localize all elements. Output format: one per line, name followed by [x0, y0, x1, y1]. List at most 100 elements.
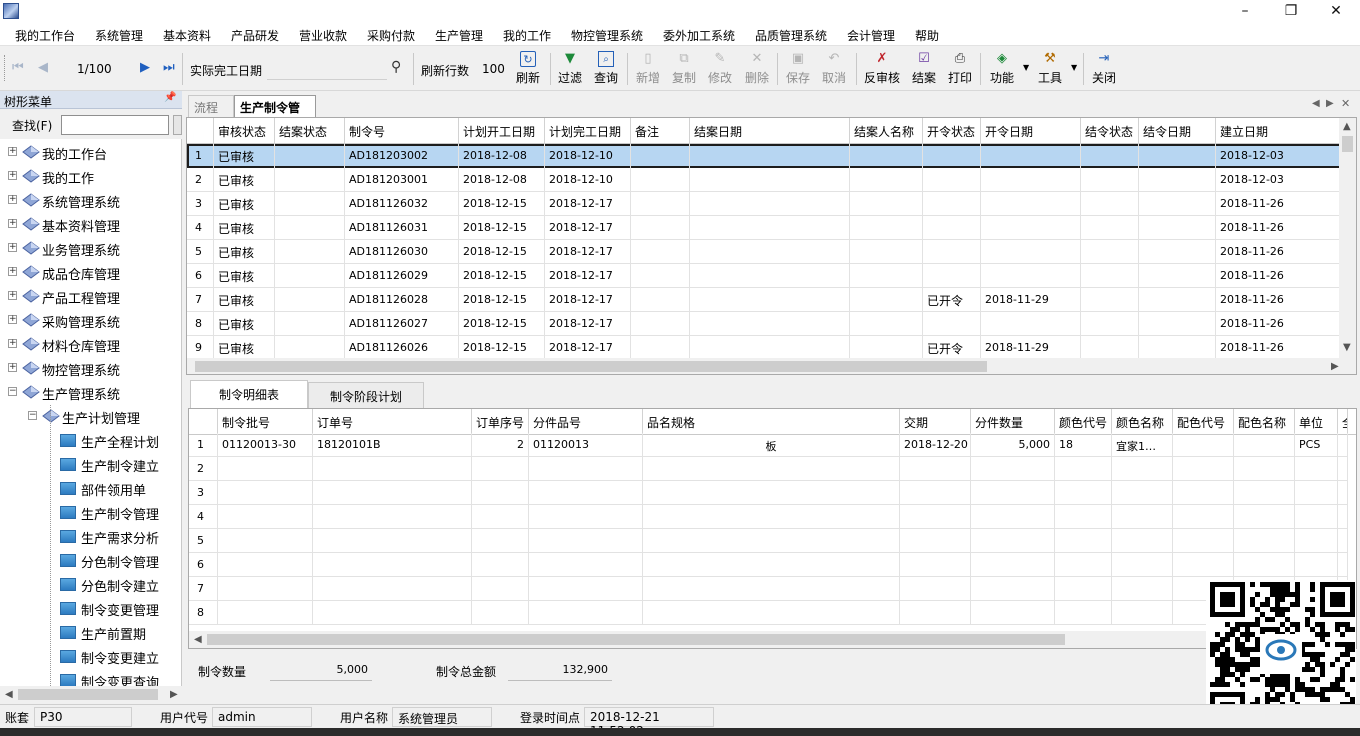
tree-node[interactable]: 制令变更建立	[0, 645, 182, 669]
date-field-input[interactable]	[267, 58, 387, 80]
refresh-button[interactable]: ↻ 刷新	[508, 51, 548, 87]
table-cell[interactable]	[1234, 505, 1295, 529]
table-cell[interactable]	[275, 264, 345, 288]
table-cell[interactable]	[275, 216, 345, 240]
table-cell[interactable]	[1112, 505, 1173, 529]
table-cell[interactable]	[1234, 457, 1295, 481]
table-cell[interactable]	[1081, 336, 1139, 358]
tree-node[interactable]: + 基本资料管理	[0, 213, 182, 237]
tree-node[interactable]: − 生产计划管理	[0, 405, 182, 429]
table-cell[interactable]	[1295, 529, 1338, 553]
table-cell[interactable]	[1081, 288, 1139, 312]
tree-node[interactable]: 制令变更查询	[0, 669, 182, 686]
table-cell[interactable]	[1112, 553, 1173, 577]
table-cell[interactable]	[1234, 433, 1295, 457]
table-cell[interactable]: 01120013	[529, 433, 643, 457]
table-cell[interactable]	[1139, 264, 1216, 288]
table-cell[interactable]	[981, 240, 1081, 264]
table-cell[interactable]	[971, 601, 1055, 625]
table-cell[interactable]: AD181126026	[345, 336, 459, 358]
table-cell[interactable]	[1081, 216, 1139, 240]
expand-icon[interactable]: +	[8, 315, 17, 324]
table-cell[interactable]	[900, 457, 971, 481]
table-cell[interactable]	[1338, 505, 1348, 529]
table-cell[interactable]: 2018-12-10	[545, 144, 631, 168]
table-row[interactable]: 5 已审核 AD181126030 2018-12-15 2018-12-17 2018-…	[187, 240, 1341, 264]
column-header[interactable]: 结案人名称	[850, 118, 923, 144]
tree-node[interactable]: + 采购管理系统	[0, 309, 182, 333]
table-cell[interactable]	[923, 312, 981, 336]
table-cell[interactable]	[631, 144, 690, 168]
table-row[interactable]: 5	[189, 529, 1348, 553]
menu-production[interactable]: 生产管理	[435, 27, 483, 44]
first-page-icon[interactable]: ⏮	[12, 60, 24, 75]
column-header[interactable]: 配色代号	[1173, 409, 1234, 435]
table-cell[interactable]	[472, 529, 529, 553]
tree-node[interactable]: + 产品工程管理	[0, 285, 182, 309]
table-cell[interactable]: 已审核	[214, 168, 275, 192]
expand-icon[interactable]: +	[8, 147, 17, 156]
expand-icon[interactable]: +	[8, 363, 17, 372]
table-cell[interactable]	[900, 505, 971, 529]
expand-icon[interactable]: +	[8, 219, 17, 228]
table-cell[interactable]	[472, 481, 529, 505]
filter-button[interactable]: ▼ 过滤	[550, 51, 590, 87]
table-cell[interactable]	[850, 240, 923, 264]
table-cell[interactable]	[1081, 192, 1139, 216]
unreview-button[interactable]: ✗ 反审核	[862, 51, 902, 87]
table-cell[interactable]	[690, 336, 850, 358]
table-cell[interactable]	[923, 192, 981, 216]
table-cell[interactable]	[923, 264, 981, 288]
tree-node[interactable]: + 我的工作台	[0, 141, 182, 165]
scrollbar-thumb[interactable]	[207, 634, 1065, 645]
tree-node[interactable]: + 物控管理系统	[0, 357, 182, 381]
table-cell[interactable]	[900, 601, 971, 625]
menu-basic-data[interactable]: 基本资料	[163, 27, 211, 44]
binoculars-icon[interactable]: ⚲	[391, 59, 401, 75]
copy-button[interactable]: ⧉ 复制	[664, 51, 704, 87]
table-cell[interactable]	[850, 144, 923, 168]
menu-sales-receipts[interactable]: 营业收款	[299, 27, 347, 44]
column-header[interactable]: 审核状态	[214, 118, 275, 144]
column-header[interactable]: 计划完工日期	[545, 118, 631, 144]
table-cell[interactable]	[690, 240, 850, 264]
table-cell[interactable]: AD181126029	[345, 264, 459, 288]
table-cell[interactable]	[981, 168, 1081, 192]
column-header[interactable]: 分件数量	[971, 409, 1055, 435]
tree-node[interactable]: − 生产管理系统	[0, 381, 182, 405]
table-cell[interactable]: 已审核	[214, 288, 275, 312]
table-cell[interactable]: 18120101B	[313, 433, 472, 457]
menu-my-workbench[interactable]: 我的工作台	[15, 27, 75, 44]
menu-material-control[interactable]: 物控管理系统	[571, 27, 643, 44]
column-header[interactable]: 订单号	[313, 409, 472, 435]
table-cell[interactable]: 2018-12-08	[459, 168, 545, 192]
table-cell[interactable]	[275, 192, 345, 216]
table-cell[interactable]	[275, 168, 345, 192]
table-cell[interactable]	[218, 505, 313, 529]
table-cell[interactable]	[1295, 457, 1338, 481]
table-cell[interactable]	[313, 553, 472, 577]
tab-scroll-left-icon[interactable]: ◀	[1312, 98, 1320, 109]
table-cell[interactable]	[1338, 481, 1348, 505]
table-cell[interactable]: 2018-12-17	[545, 288, 631, 312]
table-cell[interactable]: 2018-11-26	[1216, 312, 1341, 336]
table-cell[interactable]: 2018-12-08	[459, 144, 545, 168]
table-cell[interactable]	[1112, 577, 1173, 601]
tree-node[interactable]: 部件领用单	[0, 477, 182, 501]
table-cell[interactable]	[1055, 529, 1112, 553]
scroll-left-icon[interactable]: ◀	[194, 634, 202, 645]
table-cell[interactable]	[690, 168, 850, 192]
table-cell[interactable]	[643, 577, 900, 601]
table-cell[interactable]	[631, 312, 690, 336]
table-cell[interactable]: 2018-12-15	[459, 216, 545, 240]
table-cell[interactable]	[1234, 529, 1295, 553]
table-cell[interactable]	[1055, 553, 1112, 577]
table-cell[interactable]	[313, 601, 472, 625]
column-header[interactable]: 订单序号	[472, 409, 529, 435]
table-cell[interactable]	[850, 336, 923, 358]
prev-page-icon[interactable]: ◀	[38, 60, 48, 75]
table-row[interactable]: 1 01120013-30 18120101B 2 01120013 板 2018-12-2…	[189, 433, 1348, 457]
table-cell[interactable]	[690, 144, 850, 168]
table-row[interactable]: 6	[189, 553, 1348, 577]
minimize-button[interactable]: –	[1222, 0, 1268, 24]
